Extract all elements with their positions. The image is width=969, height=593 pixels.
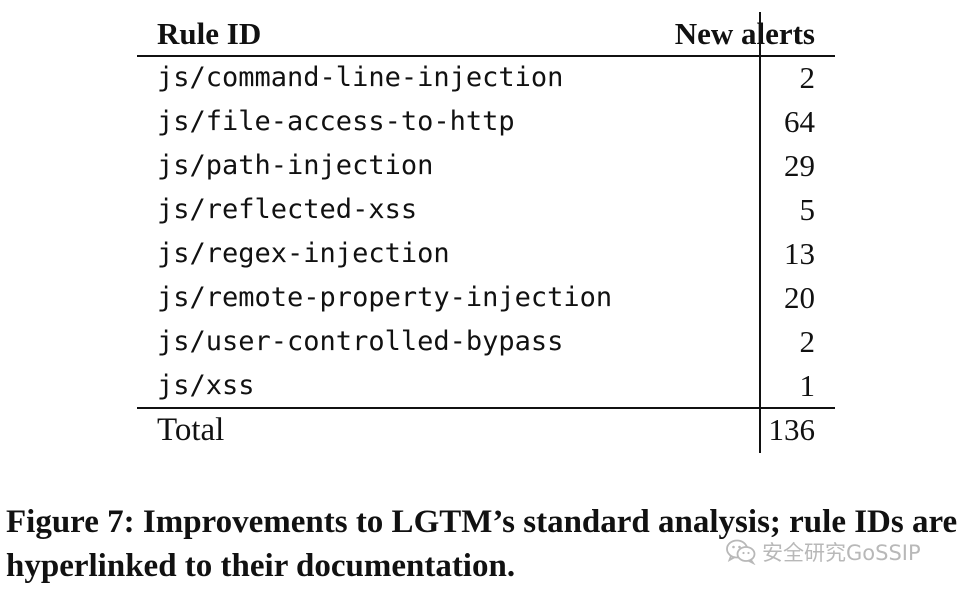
header-rule-id: Rule ID [157,16,262,51]
wechat-icon [726,539,756,565]
column-divider [759,12,761,453]
watermark-text: 安全研究GoSSIP [762,541,921,565]
alert-count: 20 [784,280,815,315]
total-value: 136 [768,412,816,447]
total-label: Total [157,412,225,448]
header-new-alerts: New alerts [674,16,815,51]
header-rule [137,55,835,57]
rule-id-link[interactable]: js/xss [157,368,255,404]
rule-id-link[interactable]: js/path-injection [157,148,433,184]
rule-id-link[interactable]: js/command-line-injection [157,60,563,96]
rule-id-link[interactable]: js/reflected-xss [157,192,417,228]
alert-count: 64 [784,104,815,139]
alert-count: 5 [799,192,816,227]
rule-id-link[interactable]: js/regex-injection [157,236,450,272]
rule-id-link[interactable]: js/user-controlled-bypass [157,324,563,360]
rule-id-link[interactable]: js/file-access-to-http [157,104,515,140]
watermark: 安全研究GoSSIP [726,535,921,569]
rule-id-link[interactable]: js/remote-property-injection [157,280,612,316]
alert-count: 2 [799,324,816,359]
alert-count: 29 [784,148,815,183]
alert-count: 1 [799,368,816,403]
alert-count: 13 [784,236,815,271]
alert-count: 2 [799,60,816,95]
total-rule [137,407,835,409]
